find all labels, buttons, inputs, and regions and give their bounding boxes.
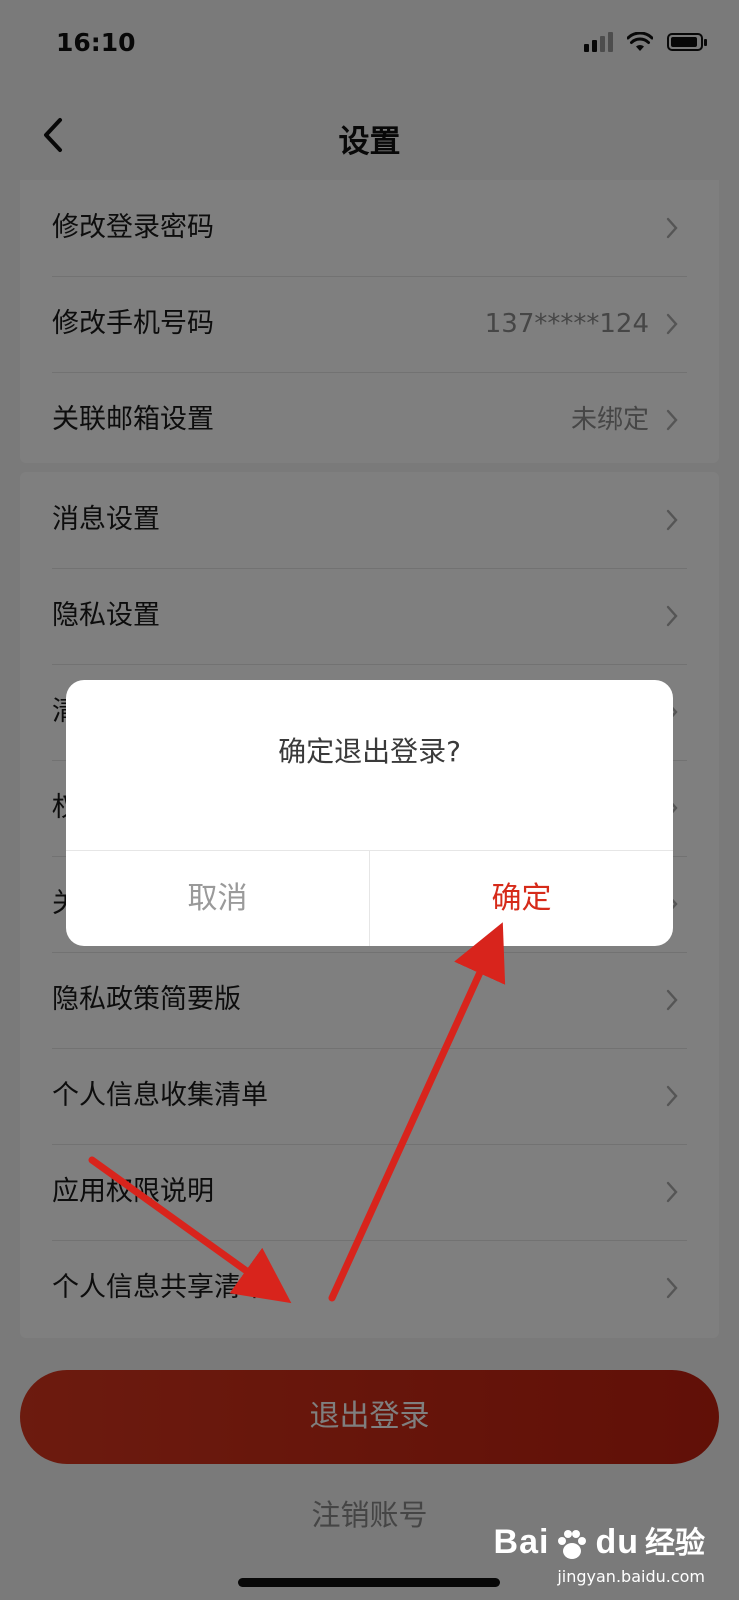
paw-icon	[558, 1530, 587, 1559]
watermark-brand: Bai	[493, 1523, 550, 1561]
watermark-url: jingyan.baidu.com	[557, 1567, 705, 1586]
annotation-arrow-to-logout	[88, 1156, 292, 1304]
baidu-jingyan-watermark: Bai du 经验	[494, 1518, 705, 1562]
annotation-arrows	[88, 922, 506, 1304]
watermark-brand-2: du	[595, 1523, 639, 1561]
watermark-cn: 经验	[645, 1526, 705, 1561]
annotation-arrow-to-confirm	[328, 922, 506, 1302]
